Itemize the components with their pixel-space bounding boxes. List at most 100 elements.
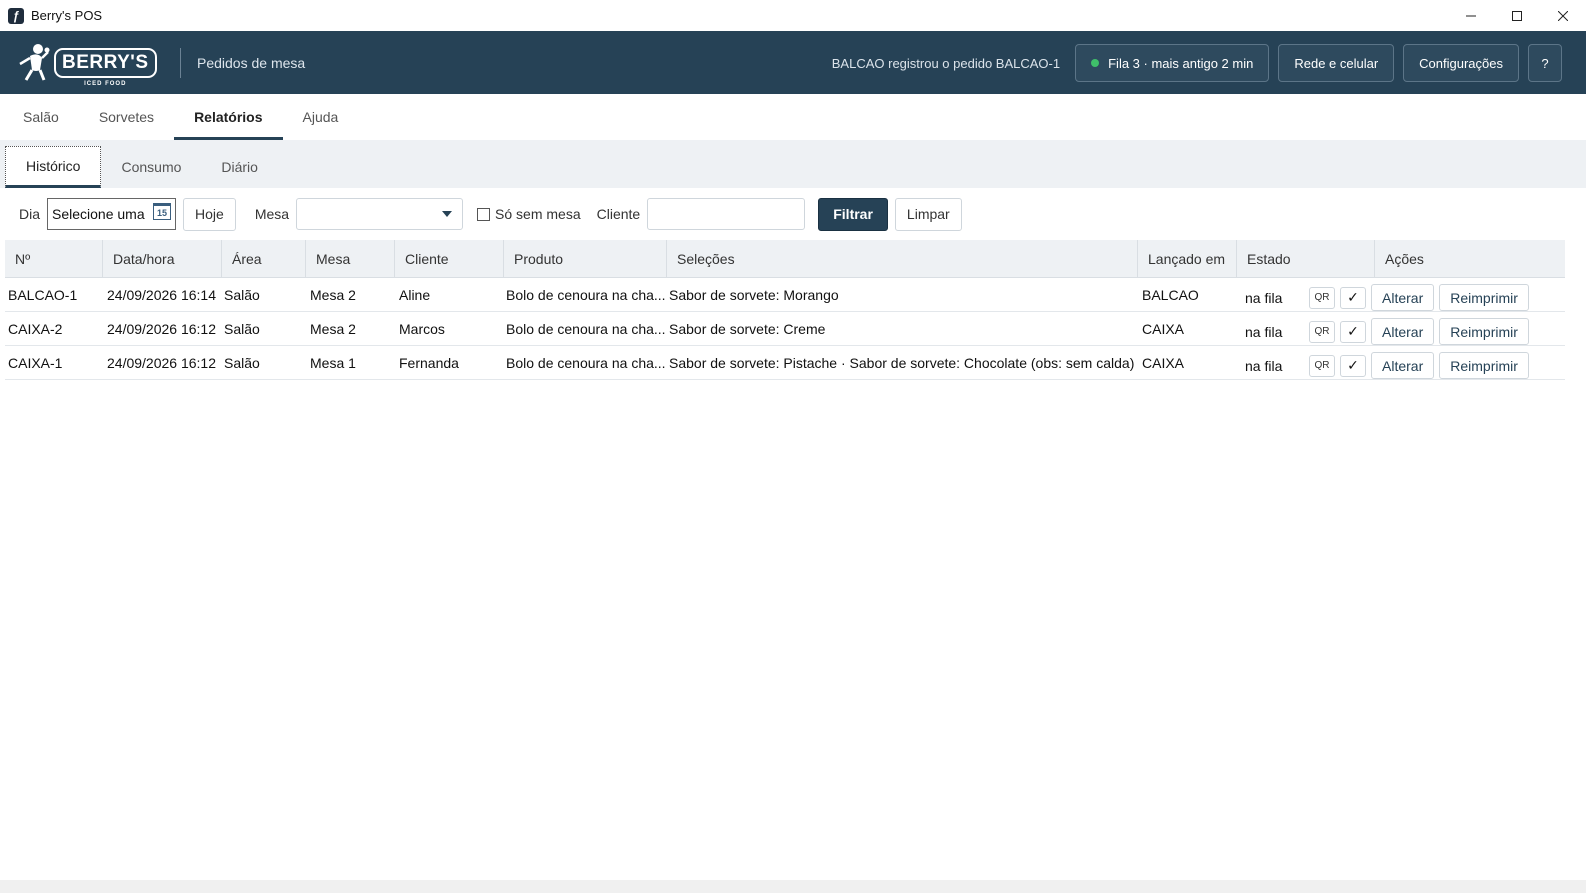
client-input[interactable]: [647, 198, 806, 230]
col-cliente[interactable]: Cliente: [395, 240, 504, 278]
no-table-label: Só sem mesa: [495, 206, 581, 222]
queue-button[interactable]: Fila 3 · mais antigo 2 min: [1075, 44, 1270, 82]
col-lancado[interactable]: Lançado em: [1138, 240, 1237, 278]
close-icon: [1558, 10, 1568, 21]
cell-area: Salão: [224, 286, 260, 303]
orders-table: Nº Data/hora Área Mesa Cliente Produto S…: [5, 240, 1565, 380]
cell-produto: Bolo de cenoura na cha...: [506, 320, 666, 337]
confirm-button[interactable]: ✓: [1340, 286, 1366, 309]
help-button[interactable]: ?: [1528, 44, 1562, 82]
cell-estado: na fila: [1245, 289, 1283, 306]
confirm-button[interactable]: ✓: [1340, 354, 1366, 377]
alter-button[interactable]: Alterar: [1371, 352, 1435, 379]
table-row[interactable]: CAIXA-1 24/09/2026 16:12 Salão Mesa 1 Fe…: [5, 346, 1565, 380]
today-label: Hoje: [195, 206, 224, 222]
clear-label: Limpar: [906, 206, 950, 222]
filter-label: Filtrar: [833, 206, 873, 222]
tab-relatorios[interactable]: Relatórios: [174, 94, 284, 140]
settings-label: Configurações: [1419, 55, 1503, 71]
header-divider: [180, 47, 181, 78]
row-actions: QR ✓ Alterar Reimprimir: [1309, 278, 1529, 311]
clear-button[interactable]: Limpar: [894, 197, 962, 231]
client-label: Cliente: [596, 206, 641, 222]
settings-button[interactable]: Configurações: [1403, 44, 1519, 82]
col-produto[interactable]: Produto: [504, 240, 667, 278]
today-button[interactable]: Hoje: [183, 197, 236, 231]
qr-button[interactable]: QR: [1309, 320, 1335, 343]
col-datetime[interactable]: Data/hora: [103, 240, 222, 278]
subtab-label: Histórico: [26, 158, 81, 174]
table-select[interactable]: [296, 198, 464, 230]
reprint-button[interactable]: Reimprimir: [1439, 352, 1529, 379]
cell-mesa: Mesa 2: [310, 286, 356, 303]
date-picker[interactable]: Selecione uma 15: [47, 198, 177, 230]
cell-num: CAIXA-1: [8, 354, 63, 371]
tab-salao[interactable]: Salão: [0, 94, 79, 140]
cell-cliente: Fernanda: [399, 354, 459, 371]
table-row[interactable]: CAIXA-2 24/09/2026 16:12 Salão Mesa 2 Ma…: [5, 312, 1565, 346]
queue-label: Fila 3 · mais antigo 2 min: [1108, 55, 1254, 71]
cell-lancado: CAIXA: [1142, 320, 1185, 337]
col-estado[interactable]: Estado: [1237, 240, 1375, 278]
network-button[interactable]: Rede e celular: [1278, 44, 1395, 82]
qr-button[interactable]: QR: [1309, 354, 1335, 377]
cell-num: BALCAO-1: [8, 286, 78, 303]
header-status-text: BALCAO registrou o pedido BALCAO-1: [831, 55, 1061, 71]
maximize-button[interactable]: [1494, 0, 1540, 31]
qr-button[interactable]: QR: [1309, 286, 1335, 309]
minimize-icon: [1466, 15, 1476, 16]
app-header: BERRY'S ICED FOOD Pedidos de mesa BALCAO…: [0, 31, 1586, 94]
minimize-button[interactable]: [1448, 0, 1494, 31]
filter-button[interactable]: Filtrar: [818, 197, 888, 231]
close-button[interactable]: [1540, 0, 1586, 31]
subtab-label: Consumo: [121, 159, 182, 175]
cell-selecoes: Sabor de sorvete: Creme: [669, 320, 826, 337]
sub-tabs: Histórico Consumo Diário: [0, 140, 1586, 188]
reprint-button[interactable]: Reimprimir: [1439, 318, 1529, 345]
confirm-button[interactable]: ✓: [1340, 320, 1366, 343]
cell-area: Salão: [224, 354, 260, 371]
cell-mesa: Mesa 1: [310, 354, 356, 371]
row-actions: QR ✓ Alterar Reimprimir: [1309, 312, 1529, 345]
date-value: Selecione uma: [52, 206, 145, 222]
header-actions: BALCAO registrou o pedido BALCAO-1 Fila …: [832, 44, 1562, 82]
alter-button[interactable]: Alterar: [1371, 284, 1435, 311]
header-subtitle: Pedidos de mesa: [197, 54, 306, 71]
subtab-diario[interactable]: Diário: [201, 146, 278, 188]
col-acoes[interactable]: Ações: [1375, 240, 1565, 278]
col-area[interactable]: Área: [222, 240, 306, 278]
no-table-checkbox[interactable]: [477, 207, 491, 221]
subtab-consumo[interactable]: Consumo: [101, 146, 201, 188]
col-selecoes[interactable]: Seleções: [667, 240, 1138, 278]
status-dot-icon: [1091, 59, 1100, 67]
filter-bar: Dia Selecione uma 15 Hoje Mesa Só sem me…: [0, 188, 1586, 240]
subtab-label: Diário: [221, 159, 258, 175]
tab-label: Salão: [23, 109, 59, 125]
reprint-button[interactable]: Reimprimir: [1439, 284, 1529, 311]
maximize-icon: [1512, 10, 1522, 21]
network-label: Rede e celular: [1294, 55, 1379, 71]
col-mesa[interactable]: Mesa: [306, 240, 395, 278]
cell-selecoes: Sabor de sorvete: Pistache · Sabor de so…: [669, 354, 1135, 371]
table-row[interactable]: BALCAO-1 24/09/2026 16:14 Salão Mesa 2 A…: [5, 278, 1565, 312]
window-controls: [1448, 0, 1586, 31]
table-label: Mesa: [254, 206, 290, 222]
cell-lancado: BALCAO: [1142, 286, 1199, 303]
tab-ajuda[interactable]: Ajuda: [283, 94, 359, 140]
tab-sorvetes[interactable]: Sorvetes: [79, 94, 174, 140]
cell-datetime: 24/09/2026 16:14: [107, 286, 216, 303]
logo-subtext: ICED FOOD: [84, 80, 127, 87]
main-tabs: Salão Sorvetes Relatórios Ajuda: [0, 94, 1586, 140]
app-icon: ƒ: [8, 7, 24, 24]
cell-estado: na fila: [1245, 357, 1283, 374]
alter-button[interactable]: Alterar: [1371, 318, 1435, 345]
logo-text: BERRY'S: [62, 51, 149, 73]
cell-mesa: Mesa 2: [310, 320, 356, 337]
window-title: Berry's POS: [31, 8, 103, 23]
calendar-icon[interactable]: 15: [153, 203, 172, 220]
cell-area: Salão: [224, 320, 260, 337]
subtab-historico[interactable]: Histórico: [5, 146, 102, 188]
row-actions: QR ✓ Alterar Reimprimir: [1309, 346, 1529, 379]
logo-wordmark: BERRY'S ICED FOOD: [54, 47, 157, 87]
col-num[interactable]: Nº: [5, 240, 103, 278]
